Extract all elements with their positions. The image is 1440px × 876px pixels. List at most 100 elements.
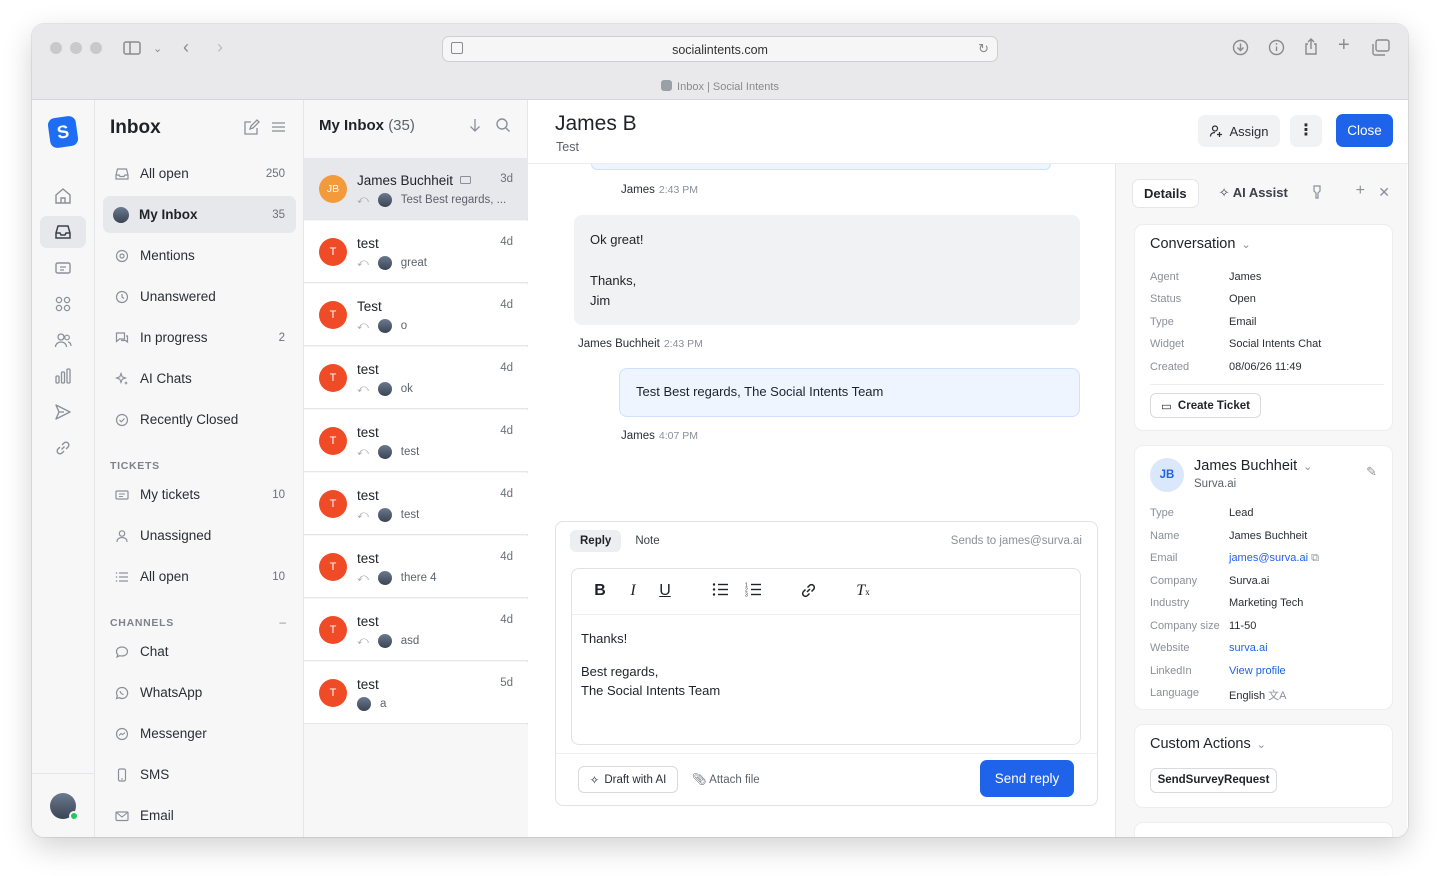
analytics-icon[interactable] xyxy=(40,360,86,392)
sidebar-item-tickets-all-open[interactable]: All open 10 xyxy=(103,558,296,595)
minimize-window-button[interactable] xyxy=(70,42,82,54)
sidebar-toggle-icon[interactable] xyxy=(123,40,141,60)
sidebar-item-chat[interactable]: Chat xyxy=(103,633,296,670)
chevron-down-icon: ⌄ xyxy=(1303,461,1313,473)
send-icon[interactable] xyxy=(40,396,86,428)
reply-body[interactable]: Thanks! Best regards, The Social Intents… xyxy=(581,629,720,701)
zoom-window-button[interactable] xyxy=(90,42,102,54)
edit-contact-icon[interactable]: ✎ xyxy=(1366,464,1377,480)
numbered-list-icon[interactable]: 123 xyxy=(743,582,763,602)
collapse-channels-button[interactable]: – xyxy=(279,615,286,629)
detail-row: Type Lead xyxy=(1150,507,1253,519)
link-icon[interactable] xyxy=(798,582,818,604)
inbox-icon[interactable] xyxy=(40,216,86,248)
sort-arrow-down-icon[interactable] xyxy=(467,117,483,138)
apps-grid-icon[interactable] xyxy=(40,288,86,320)
underline-icon[interactable]: U xyxy=(655,582,675,600)
home-icon[interactable] xyxy=(40,180,86,212)
sparkle-icon: ✧ xyxy=(589,774,600,787)
reload-icon[interactable]: ↻ xyxy=(978,41,989,57)
clear-formatting-icon[interactable]: Tx xyxy=(853,582,873,600)
ai-assist-label: AI Assist xyxy=(1232,185,1288,200)
sidebar-item-unassigned[interactable]: Unassigned xyxy=(103,517,296,554)
sidebar-item-sms[interactable]: SMS xyxy=(103,756,296,793)
sidebar-item-mentions[interactable]: Mentions xyxy=(103,237,296,274)
create-ticket-button[interactable]: ▭ Create Ticket xyxy=(1150,393,1261,418)
conversation-item[interactable]: T test 4d ⤺ test xyxy=(304,473,528,535)
conversation-item[interactable]: T test 4d ⤺ ok xyxy=(304,347,528,409)
message-author: James xyxy=(621,184,655,196)
integrations-link-icon[interactable] xyxy=(40,432,86,464)
sidebar-item-my-tickets[interactable]: My tickets 10 xyxy=(103,476,296,513)
conversation-item[interactable]: T test 4d ⤺ there 4 xyxy=(304,536,528,598)
sidebar-item-email[interactable]: Email xyxy=(103,797,296,834)
tab-ai-assist[interactable]: ✧ AI Assist xyxy=(1208,179,1299,207)
conversation-item[interactable]: T Test 4d ⤺ o xyxy=(304,284,528,346)
share-icon[interactable] xyxy=(1303,38,1319,60)
tab-note[interactable]: Note xyxy=(625,530,669,552)
tab-reply[interactable]: Reply xyxy=(570,530,622,552)
back-icon[interactable]: ‹ xyxy=(183,38,189,56)
close-window-button[interactable] xyxy=(50,42,62,54)
at-sign-icon xyxy=(115,249,129,263)
forward-icon[interactable]: › xyxy=(217,38,223,56)
create-ticket-label: Create Ticket xyxy=(1177,399,1250,412)
conversation-preview: ⤺ test xyxy=(357,508,419,522)
bold-icon[interactable]: B xyxy=(590,582,610,600)
info-icon[interactable] xyxy=(1268,39,1285,60)
sidebar-item-recently-closed[interactable]: Recently Closed xyxy=(103,401,296,438)
sidebar-item-unanswered[interactable]: Unanswered xyxy=(103,278,296,315)
conversation-item[interactable]: T test 4d ⤺ great xyxy=(304,221,528,283)
custom-actions-title[interactable]: Custom Actions ⌄ xyxy=(1150,736,1266,752)
tabs-overview-icon[interactable] xyxy=(1372,39,1390,60)
social-intents-logo[interactable]: S xyxy=(47,115,79,149)
assign-button[interactable]: Assign xyxy=(1198,115,1280,147)
send-reply-button[interactable]: Send reply xyxy=(980,760,1074,797)
more-options-button[interactable]: ⋮ xyxy=(1290,115,1322,147)
email-link[interactable]: james@surva.ai ⧉ xyxy=(1229,552,1319,565)
tab-details[interactable]: Details xyxy=(1133,179,1198,207)
bullet-list-icon[interactable] xyxy=(710,582,730,602)
linkedin-link[interactable]: View profile xyxy=(1229,665,1286,677)
sidebar-item-my-inbox[interactable]: My Inbox 35 xyxy=(103,196,296,233)
close-panel-icon[interactable]: ✕ xyxy=(1378,184,1390,201)
download-icon[interactable] xyxy=(1232,39,1249,60)
sidebar-item-whatsapp[interactable]: WhatsApp xyxy=(103,674,296,711)
sidebar-item-all-open[interactable]: All open 250 xyxy=(103,155,296,192)
conversation-item[interactable]: T test 5d a xyxy=(304,662,528,724)
compose-icon[interactable] xyxy=(243,119,260,141)
close-conversation-button[interactable]: Close xyxy=(1336,114,1393,147)
conversation-item[interactable]: JB James Buchheit 3d ⤺ Test Best regards,… xyxy=(304,158,528,220)
attach-file-button[interactable]: 📎︎ Attach file xyxy=(692,772,760,786)
sidebar-item-messenger[interactable]: Messenger xyxy=(103,715,296,752)
conversation-time: 4d xyxy=(500,488,513,500)
integration-icon[interactable] xyxy=(1309,184,1325,203)
formatting-toolbar: B I U 123 Tx xyxy=(572,569,1080,615)
new-tab-icon[interactable]: + xyxy=(1338,35,1350,55)
filter-menu-icon[interactable] xyxy=(270,119,287,141)
add-panel-icon[interactable]: + xyxy=(1356,182,1365,200)
send-survey-request-button[interactable]: SendSurveyRequest xyxy=(1150,768,1277,793)
sidebar-item-in-progress[interactable]: In progress 2 xyxy=(103,319,296,356)
italic-icon[interactable]: I xyxy=(623,582,643,600)
search-icon[interactable] xyxy=(495,117,511,138)
ticket-icon[interactable] xyxy=(40,252,86,284)
sidebar-item-count: 10 xyxy=(272,570,285,583)
copy-icon[interactable]: ⧉ xyxy=(1311,552,1319,564)
contacts-icon[interactable] xyxy=(40,324,86,356)
conversation-card-title[interactable]: Conversation ⌄ xyxy=(1150,236,1251,252)
tab-title[interactable]: Inbox | Social Intents xyxy=(32,80,1408,93)
contact-name[interactable]: James Buchheit ⌄ xyxy=(1194,458,1312,474)
user-avatar[interactable] xyxy=(50,793,79,821)
translate-icon[interactable]: 文A xyxy=(1268,690,1286,702)
agent-avatar-icon xyxy=(357,697,371,711)
website-link[interactable]: surva.ai xyxy=(1229,642,1268,654)
conversation-item[interactable]: T test 4d ⤺ asd xyxy=(304,599,528,661)
list-title: My Inbox (35) xyxy=(319,117,415,134)
draft-with-ai-button[interactable]: ✧ Draft with AI xyxy=(578,766,678,793)
reply-editor[interactable]: B I U 123 Tx Thanks! Best regards, The S… xyxy=(571,568,1081,745)
address-bar[interactable]: socialintents.com ↻ xyxy=(442,36,998,62)
chevron-down-icon[interactable]: ⌄ xyxy=(153,41,162,57)
sidebar-item-ai-chats[interactable]: AI Chats xyxy=(103,360,296,397)
conversation-item[interactable]: T test 4d ⤺ test xyxy=(304,410,528,472)
